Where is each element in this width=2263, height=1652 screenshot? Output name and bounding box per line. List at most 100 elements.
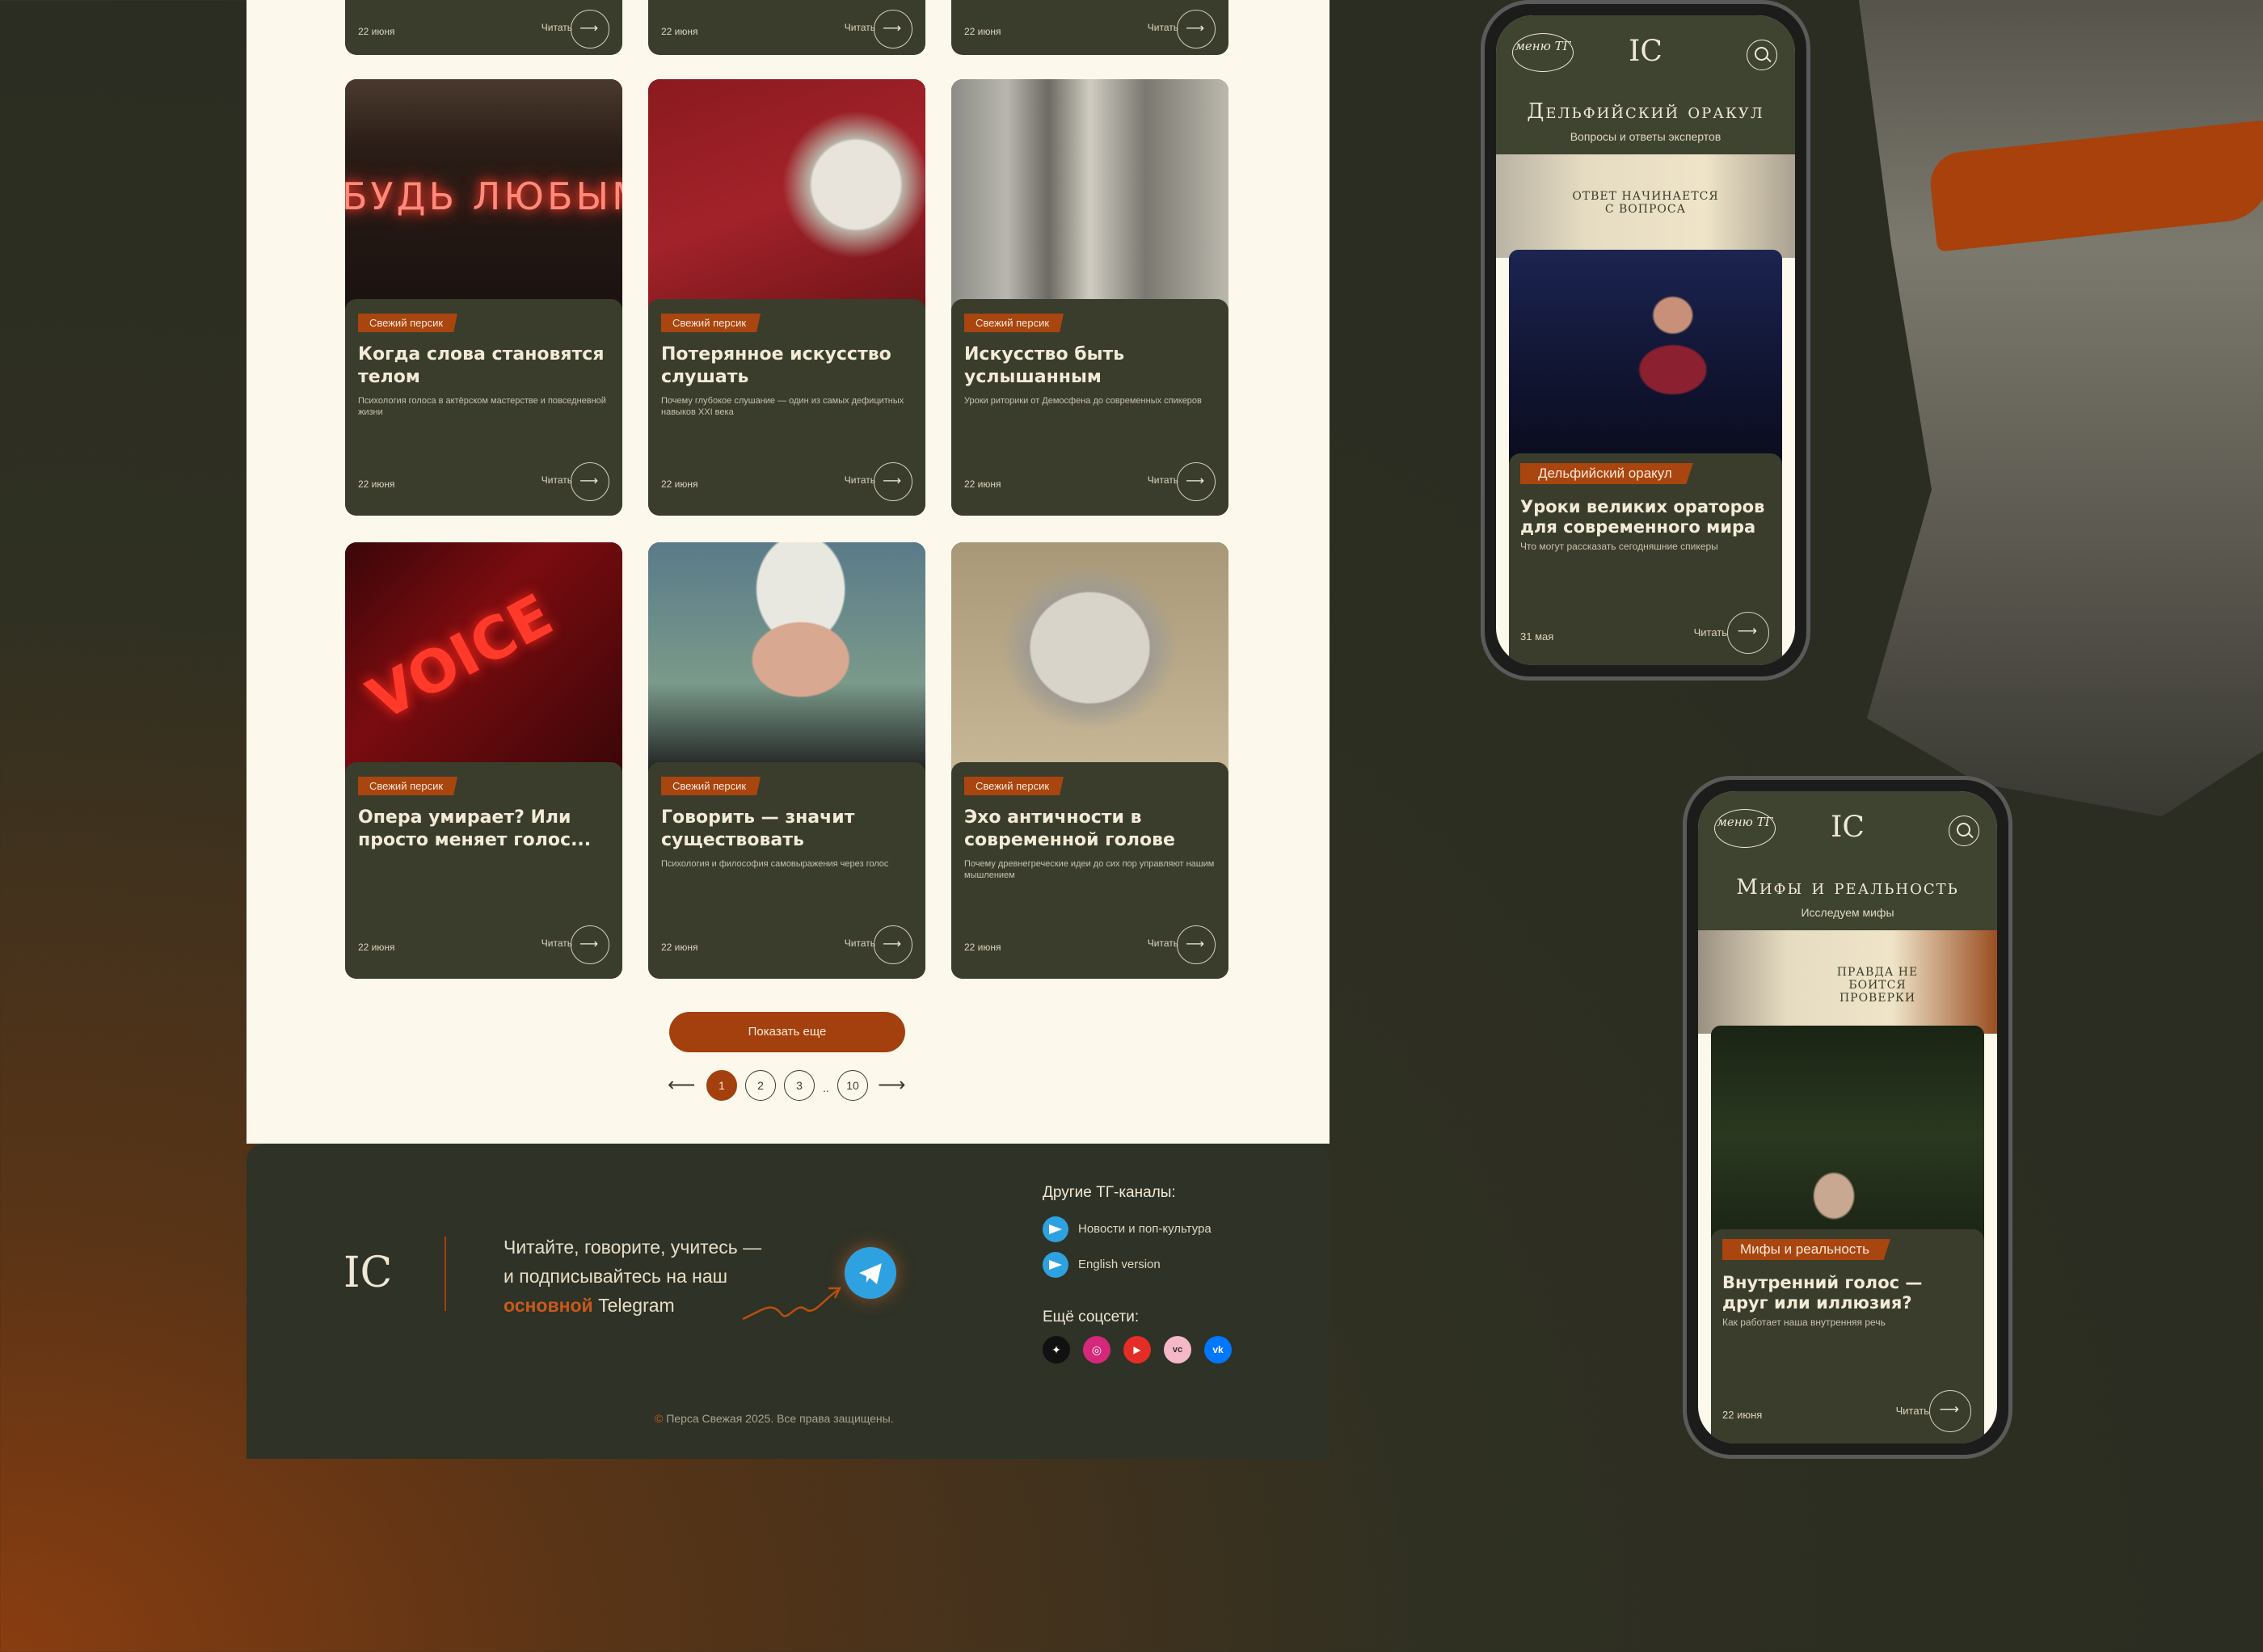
article-card[interactable]: БУДЬ ЛЮБЫМ Свежий персик Когда слова ста… bbox=[345, 79, 622, 516]
article-card[interactable]: 22 июня Читать ⟶ bbox=[951, 0, 1228, 55]
read-label: Читать bbox=[541, 22, 572, 33]
pagination: ⟵ 1 2 3 .. 10 ⟶ bbox=[668, 1070, 910, 1102]
channel-label: Новости и поп-культура bbox=[1078, 1222, 1212, 1236]
card-badge: Свежий персик bbox=[964, 314, 1064, 332]
read-button[interactable]: Читать ⟶ bbox=[529, 925, 609, 964]
card-title: Внутренний голос — друг или иллюзия? bbox=[1722, 1273, 1923, 1313]
read-label: Читать bbox=[1693, 626, 1727, 638]
article-card[interactable]: Свежий персик Эхо античности в современн… bbox=[951, 542, 1228, 979]
phone-header: меню ТГ ІС Мифы и реальность Исследуем м… bbox=[1698, 791, 1997, 953]
books-image bbox=[648, 79, 925, 314]
star-icon[interactable]: ✦ bbox=[1043, 1336, 1070, 1363]
phone-mockup-myths: меню ТГ ІС Мифы и реальность Исследуем м… bbox=[1683, 776, 2012, 1459]
search-icon[interactable] bbox=[1949, 815, 1979, 846]
read-button[interactable]: Читать ⟶ bbox=[1882, 1390, 1971, 1432]
search-icon[interactable] bbox=[1747, 40, 1777, 70]
card-subtitle: Почему глубокое слушание — один из самых… bbox=[661, 396, 904, 417]
read-button[interactable]: Читать ⟶ bbox=[1135, 10, 1216, 48]
arrow-right-icon: ⟶ bbox=[579, 474, 598, 488]
menu-button[interactable]: меню ТГ bbox=[1512, 33, 1574, 72]
article-card[interactable]: Свежий персик Потерянное искусство слуша… bbox=[648, 79, 925, 516]
read-button[interactable]: Читать ⟶ bbox=[1135, 925, 1216, 964]
card-date: 22 июня bbox=[661, 26, 698, 37]
banner-text: ответ начинается с вопроса bbox=[1572, 190, 1719, 216]
arrow-right-icon: ⟶ bbox=[1939, 1401, 1959, 1417]
menu-button[interactable]: меню ТГ bbox=[1714, 809, 1776, 848]
read-label: Читать bbox=[844, 22, 875, 33]
arrow-right-icon: ⟶ bbox=[883, 938, 901, 951]
article-card[interactable]: 22 июня Читать ⟶ bbox=[648, 0, 925, 55]
read-button[interactable]: Читать ⟶ bbox=[832, 10, 912, 48]
card-date: 22 июня bbox=[964, 26, 1001, 37]
read-button[interactable]: Читать ⟶ bbox=[832, 462, 912, 501]
article-card[interactable]: Свежий персик Искусство быть услышанным … bbox=[951, 79, 1228, 516]
page-button[interactable]: 1 bbox=[706, 1070, 737, 1101]
statues-banner: ответ начинается с вопроса bbox=[1496, 154, 1795, 258]
card-badge: Свежий персик bbox=[358, 777, 458, 795]
card-badge: Мифы и реальность bbox=[1722, 1239, 1890, 1260]
card-title: Когда слова становятся телом bbox=[358, 344, 605, 387]
card-date: 22 июня bbox=[661, 478, 698, 490]
portrait-image bbox=[648, 542, 925, 777]
squiggle-arrow-icon bbox=[742, 1287, 842, 1321]
card-subtitle: Почему древнегреческие идеи до сих пор у… bbox=[964, 859, 1215, 880]
forest-woman-image bbox=[1711, 1026, 1984, 1244]
arrow-right-icon: ⟶ bbox=[883, 22, 901, 36]
read-button[interactable]: Читать ⟶ bbox=[529, 462, 609, 501]
read-label: Читать bbox=[541, 938, 572, 949]
read-label: Читать bbox=[1895, 1405, 1929, 1417]
card-date: 22 июня bbox=[358, 478, 395, 490]
section-title: Мифы и реальность bbox=[1736, 875, 1959, 900]
read-button[interactable]: Читать ⟶ bbox=[1135, 462, 1216, 501]
arrow-right-icon: ⟶ bbox=[579, 938, 598, 951]
article-card[interactable]: VOICE Свежий персик Опера умирает? Или п… bbox=[345, 542, 622, 979]
instagram-icon[interactable]: ◎ bbox=[1083, 1336, 1110, 1363]
next-page-arrow[interactable]: ⟶ bbox=[878, 1073, 905, 1097]
neon-sign-image: БУДЬ ЛЮБЫМ bbox=[345, 79, 622, 314]
featured-card[interactable]: Дельфийский оракул Уроки великих ораторо… bbox=[1509, 250, 1782, 665]
telegram-icon[interactable] bbox=[845, 1247, 896, 1299]
article-card[interactable]: 22 июня Читать ⟶ bbox=[345, 0, 622, 55]
card-subtitle: Что могут рассказать сегодняшние спикеры bbox=[1520, 541, 1718, 552]
vk-icon[interactable]: vk bbox=[1204, 1336, 1232, 1363]
page-button[interactable]: 2 bbox=[745, 1070, 776, 1101]
channel-link[interactable]: Новости и поп-культура bbox=[1043, 1216, 1285, 1252]
read-button[interactable]: Читать ⟶ bbox=[832, 925, 912, 964]
phone-mockup-oracle: меню ТГ ІС Дельфийский оракул Вопросы и … bbox=[1481, 0, 1810, 681]
vc-icon[interactable]: vc bbox=[1164, 1336, 1191, 1363]
read-label: Читать bbox=[1147, 474, 1178, 486]
featured-card[interactable]: Мифы и реальность Внутренний голос — дру… bbox=[1711, 1026, 1984, 1443]
statue-background-image bbox=[1859, 0, 2263, 816]
card-date: 22 июня bbox=[964, 478, 1001, 490]
copyright-text: Перса Свежая 2025. Все права защищены. bbox=[666, 1412, 894, 1425]
collage-image bbox=[951, 79, 1228, 314]
footer-links: Другие ТГ-каналы: Новости и поп-культура… bbox=[1043, 1184, 1285, 1365]
page-button[interactable]: 10 bbox=[837, 1070, 868, 1101]
footer-logo[interactable]: ІС bbox=[343, 1249, 392, 1297]
card-title: Потерянное искусство слушать bbox=[661, 344, 891, 387]
card-badge: Свежий персик bbox=[661, 314, 761, 332]
read-button[interactable]: Читать ⟶ bbox=[1680, 612, 1769, 654]
neon-voice-text: VOICE bbox=[356, 580, 563, 734]
page-button[interactable]: 3 bbox=[784, 1070, 815, 1101]
card-subtitle: Уроки риторики от Демосфена до современн… bbox=[964, 396, 1202, 406]
cta-accent: основной bbox=[504, 1295, 593, 1316]
section-title: Дельфийский оракул bbox=[1527, 99, 1764, 124]
cta-tail: Telegram bbox=[598, 1295, 675, 1316]
youtube-icon[interactable]: ▶ bbox=[1123, 1336, 1151, 1363]
card-date: 22 июня bbox=[661, 942, 698, 953]
read-button[interactable]: Читать ⟶ bbox=[529, 10, 609, 48]
neon-text: БУДЬ ЛЮБЫМ bbox=[345, 175, 622, 218]
social-icons: ✦ ◎ ▶ vc vk bbox=[1043, 1336, 1285, 1365]
arrow-right-icon: ⟶ bbox=[1186, 474, 1204, 488]
card-body: Свежий персик Когда слова становятся тел… bbox=[345, 299, 622, 516]
article-card[interactable]: Свежий персик Говорить — значит существо… bbox=[648, 542, 925, 979]
channel-link[interactable]: English version bbox=[1043, 1252, 1285, 1287]
banner-text: правда не боится проверки bbox=[1836, 966, 1919, 1005]
phone-logo[interactable]: ІС bbox=[1831, 811, 1865, 844]
speaker-image bbox=[1509, 250, 1782, 468]
card-badge: Свежий персик bbox=[358, 314, 458, 332]
phone-logo[interactable]: ІС bbox=[1629, 35, 1662, 68]
prev-page-arrow[interactable]: ⟵ bbox=[668, 1073, 695, 1097]
show-more-button[interactable]: Показать еще bbox=[669, 1012, 905, 1052]
